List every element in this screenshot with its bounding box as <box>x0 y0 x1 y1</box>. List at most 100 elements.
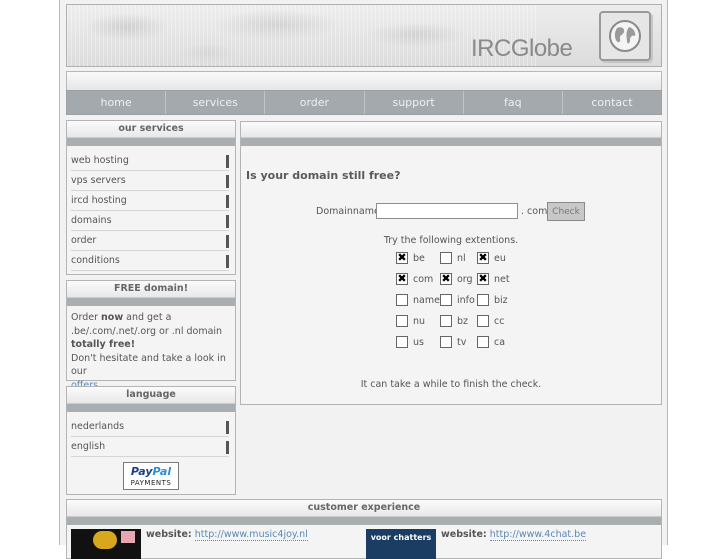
domain-suffix: . com <box>521 206 548 217</box>
menu-item-ircd-hosting[interactable]: ircd hosting <box>67 191 235 211</box>
customer-thumbnail[interactable]: voor chatters <box>366 529 436 559</box>
customer-thumbnail[interactable] <box>71 529 141 559</box>
menu-item-domains[interactable]: domains <box>67 211 235 231</box>
checkbox-name[interactable] <box>396 293 408 306</box>
extension-label: nl <box>457 253 466 264</box>
check-note: It can take a while to finish the check. <box>360 379 542 390</box>
menu-item-label: vps servers <box>71 175 126 186</box>
checkbox-bz[interactable] <box>440 314 452 327</box>
marker-icon <box>226 235 229 248</box>
site-header: IRCGlobe <box>66 4 662 67</box>
extension-option-name: name <box>396 293 440 307</box>
text-fragment: .be/.com/.net/.org or .nl domain <box>71 325 223 337</box>
website-label: website: <box>146 529 192 540</box>
extension-option-cc: cc <box>477 314 505 328</box>
menu-item-label: web hosting <box>71 155 129 166</box>
paypal-logo[interactable]: PayPal PAYMENTS <box>123 462 179 490</box>
extension-option-net: ✖ net <box>477 272 510 286</box>
extension-label: us <box>413 337 424 348</box>
menu-item-label: conditions <box>71 255 120 266</box>
thumbnail-shape <box>93 531 117 549</box>
checkbox-be[interactable]: ✖ <box>396 251 408 264</box>
checkbox-ca[interactable] <box>477 335 489 348</box>
thumbnail-text: voor chatters <box>370 533 432 542</box>
globe-icon[interactable] <box>599 11 651 61</box>
try-extensions-text: Try the following extentions. <box>383 235 519 246</box>
checkbox-nl[interactable] <box>440 251 452 264</box>
paypal-payments-label: PAYMENTS <box>130 479 172 487</box>
free-domain-box: FREE domain! Order now and get a .be/.co… <box>66 280 236 392</box>
menu-item-label: domains <box>71 215 112 226</box>
paypal-wordmark: PayPal <box>124 465 178 479</box>
menu-item-web-hosting[interactable]: web hosting <box>67 151 235 171</box>
extension-option-be: ✖ be <box>396 251 425 265</box>
marker-icon <box>226 155 229 168</box>
checkbox-info[interactable] <box>440 293 452 306</box>
extension-label: nu <box>413 316 426 327</box>
extension-label: be <box>413 253 425 264</box>
menu-item-vps-servers[interactable]: vps servers <box>67 171 235 191</box>
checkbox-cc[interactable] <box>477 314 489 327</box>
checkbox-net[interactable]: ✖ <box>477 272 489 285</box>
menu-item-order[interactable]: order <box>67 231 235 251</box>
customer-experience-title: customer experience <box>67 500 661 517</box>
checkbox-us[interactable] <box>396 335 408 348</box>
free-domain-title: FREE domain! <box>67 281 235 298</box>
extension-label: biz <box>494 295 508 306</box>
nav-services[interactable]: services <box>166 91 266 114</box>
box-divider <box>241 138 661 146</box>
language-nederlands[interactable]: nederlands <box>67 417 235 437</box>
customer-link-1[interactable]: http://www.music4joy.nl <box>194 529 308 541</box>
extension-label: com <box>413 274 434 285</box>
text-fragment: Don't hesitate and take a look in our <box>71 352 226 378</box>
language-english[interactable]: english <box>67 437 235 457</box>
checkbox-com[interactable]: ✖ <box>396 272 408 285</box>
checkbox-nu[interactable] <box>396 314 408 327</box>
extension-label: org <box>457 274 473 285</box>
extension-option-us: us <box>396 335 424 349</box>
box-divider <box>67 517 661 525</box>
checkbox-biz[interactable] <box>477 293 489 306</box>
nav-contact[interactable]: contact <box>563 91 661 114</box>
customer-link-2[interactable]: http://www.4chat.be <box>489 529 587 541</box>
services-box: our services web hosting vps servers irc… <box>66 120 236 275</box>
checkbox-org[interactable]: ✖ <box>440 272 452 285</box>
marker-icon <box>226 195 229 208</box>
menu-item-label: nederlands <box>71 421 125 432</box>
extension-label: name <box>413 295 440 306</box>
box-divider <box>67 138 235 146</box>
check-button[interactable]: Check <box>547 202 585 221</box>
main-nav: home services order support faq contact <box>66 90 662 115</box>
extension-option-ca: ca <box>477 335 506 349</box>
marker-icon <box>226 421 229 434</box>
box-divider <box>67 298 235 306</box>
extension-label: eu <box>494 253 506 264</box>
extension-label: bz <box>457 316 469 327</box>
customer-site-1: website: http://www.music4joy.nl <box>146 529 308 541</box>
extension-option-bz: bz <box>440 314 469 328</box>
nav-support[interactable]: support <box>365 91 464 114</box>
paypal-word-pay: Pay <box>130 465 153 478</box>
extension-label: ca <box>494 337 506 348</box>
marker-icon <box>226 441 229 454</box>
extension-option-tv: tv <box>440 335 466 349</box>
checkbox-eu[interactable]: ✖ <box>477 251 489 264</box>
marker-icon <box>226 255 229 268</box>
text-fragment: and get a <box>123 312 172 323</box>
paypal-word-pal: Pal <box>152 465 172 478</box>
extension-label: net <box>494 274 510 285</box>
language-title: language <box>67 387 235 404</box>
extension-label: cc <box>494 316 505 327</box>
nav-home[interactable]: home <box>67 91 167 114</box>
nav-order[interactable]: order <box>265 91 365 114</box>
nav-faq[interactable]: faq <box>464 91 563 114</box>
extension-option-nl: nl <box>440 251 466 265</box>
menu-item-conditions[interactable]: conditions <box>67 251 235 271</box>
text-emphasis: now <box>101 312 124 323</box>
domainname-input[interactable] <box>376 203 518 219</box>
nav-top-strip <box>66 71 662 90</box>
extension-option-eu: ✖ eu <box>477 251 506 265</box>
site-logo-text[interactable]: IRCGlobe <box>471 35 573 63</box>
checkbox-tv[interactable] <box>440 335 452 348</box>
box-divider <box>67 404 235 412</box>
